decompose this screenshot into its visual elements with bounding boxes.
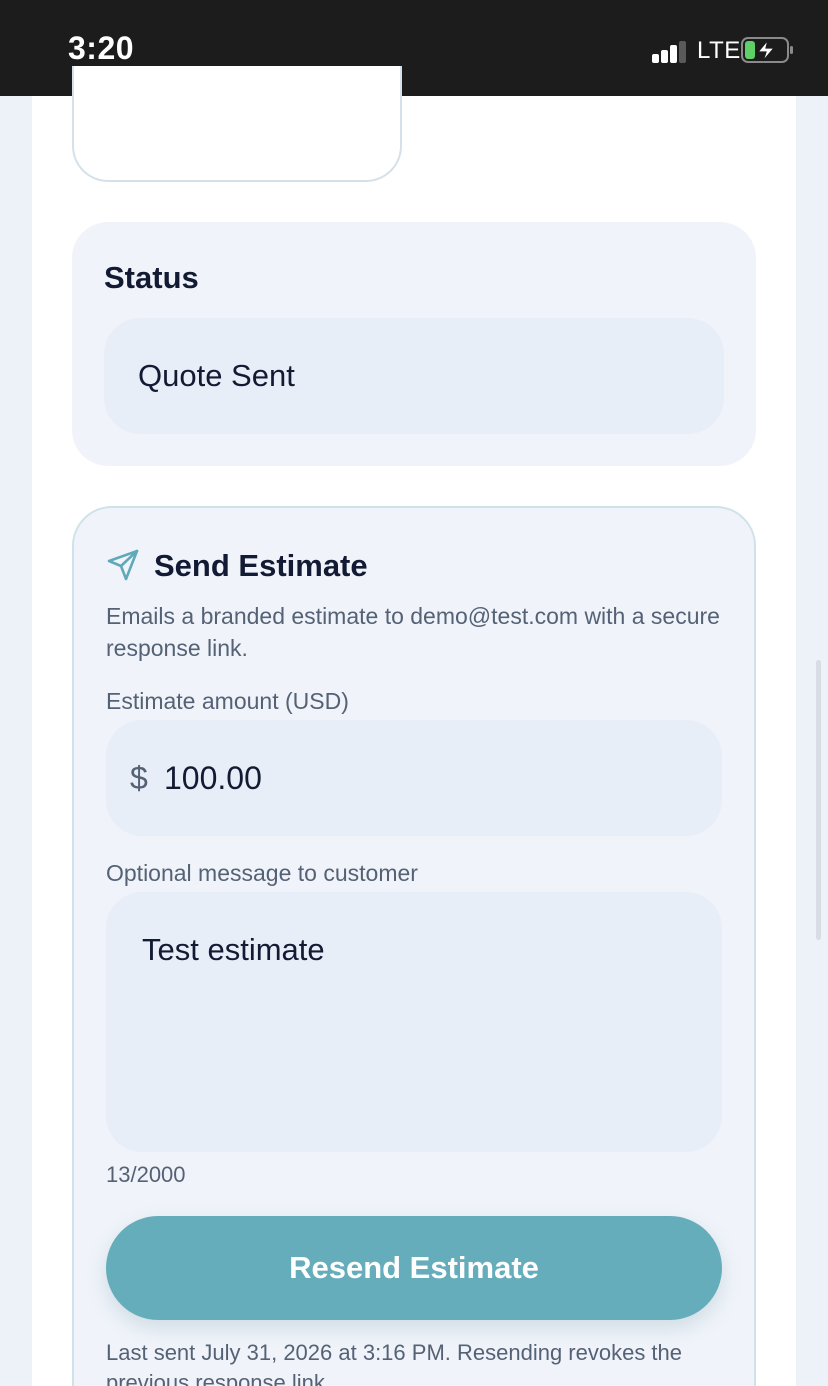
status-time: 3:20 (68, 30, 135, 66)
resend-estimate-button[interactable]: Resend Estimate (106, 1216, 722, 1320)
character-counter: 13/2000 (106, 1162, 186, 1187)
currency-symbol: $ (130, 760, 148, 796)
send-estimate-section: Send Estimate Emails a branded estimate … (72, 506, 756, 1386)
message-label: Optional message to customer (106, 860, 418, 886)
send-estimate-title: Send Estimate (154, 548, 368, 583)
send-estimate-description: Emails a branded estimate to demo@test.c… (106, 603, 720, 661)
page-card: Status Quote Sent Send Estimate Emails a… (32, 66, 796, 1386)
battery-charging-icon (741, 37, 793, 63)
customer-message-textarea[interactable]: Test estimate (106, 892, 722, 1152)
estimate-amount-input[interactable]: $ 100.00 (106, 720, 722, 836)
network-type: LTE (697, 37, 741, 64)
status-title: Status (104, 260, 199, 295)
status-select[interactable]: Quote Sent (104, 318, 724, 434)
status-value: Quote Sent (138, 358, 295, 393)
message-value: Test estimate (142, 932, 325, 967)
status-section: Status Quote Sent (72, 222, 756, 466)
scrollbar-thumb[interactable] (816, 660, 821, 940)
amount-label: Estimate amount (USD) (106, 688, 349, 714)
previous-section-box (72, 66, 402, 182)
paper-plane-icon (107, 549, 139, 581)
signal-icon (652, 39, 690, 63)
last-sent-note: Last sent July 31, 2026 at 3:16 PM. Rese… (106, 1340, 683, 1386)
amount-value: 100.00 (164, 760, 262, 796)
